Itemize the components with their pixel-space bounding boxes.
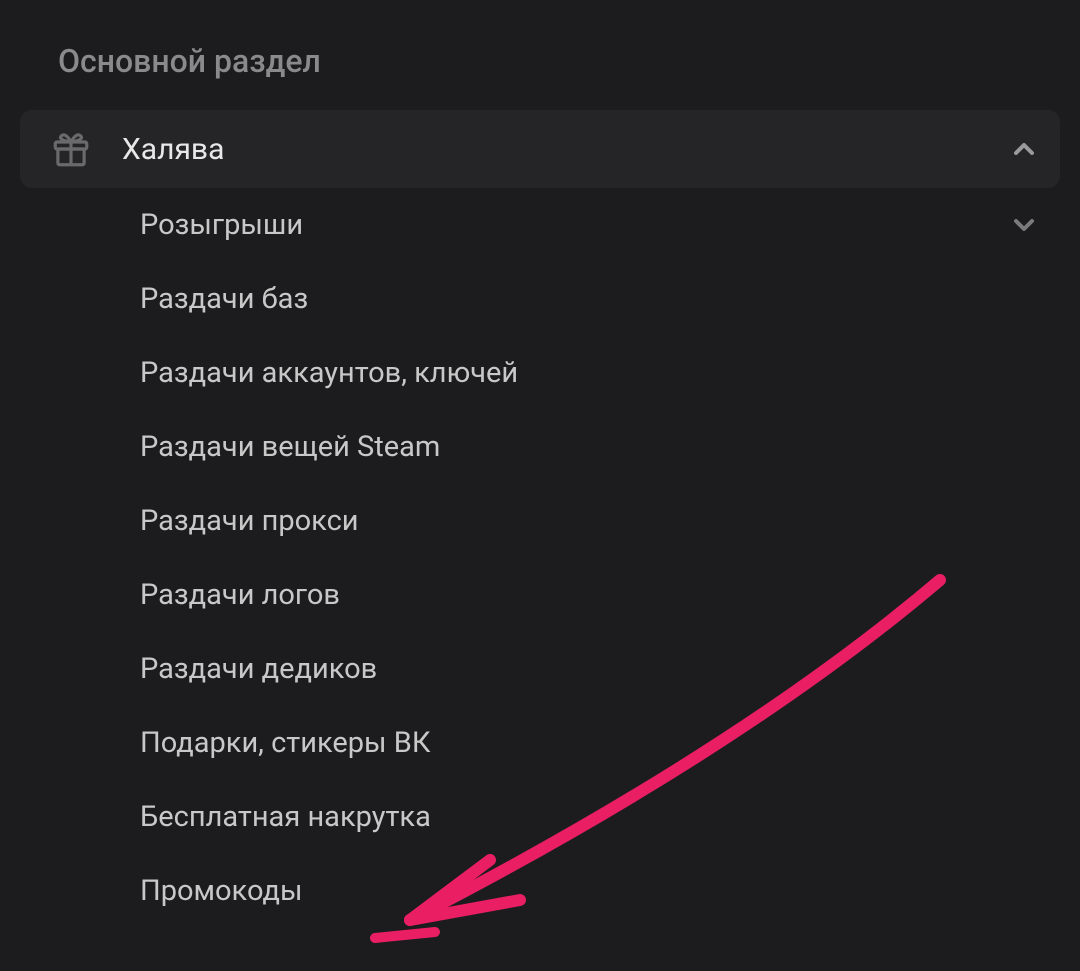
sub-item-logs[interactable]: Раздачи логов: [0, 558, 1080, 632]
sub-item-label: Розыгрыши: [140, 208, 1008, 242]
menu-item-freebies[interactable]: Халява: [20, 110, 1060, 188]
section-title: Основной раздел: [0, 0, 1080, 110]
chevron-up-icon: [1008, 133, 1040, 165]
sub-item-vk-gifts[interactable]: Подарки, стикеры ВК: [0, 706, 1080, 780]
sub-item-label: Раздачи прокси: [140, 504, 1040, 538]
sub-item-proxy[interactable]: Раздачи прокси: [0, 484, 1080, 558]
sub-item-boosting[interactable]: Бесплатная накрутка: [0, 780, 1080, 854]
sub-item-steam[interactable]: Раздачи вещей Steam: [0, 410, 1080, 484]
sub-item-label: Раздачи дедиков: [140, 652, 1040, 686]
sub-item-giveaways[interactable]: Розыгрыши: [0, 188, 1080, 262]
sub-item-label: Бесплатная накрутка: [140, 800, 1040, 834]
sub-item-promocodes[interactable]: Промокоды: [0, 854, 1080, 928]
sub-item-accounts[interactable]: Раздачи аккаунтов, ключей: [0, 336, 1080, 410]
menu-item-label: Халява: [122, 132, 1008, 167]
sub-item-label: Подарки, стикеры ВК: [140, 726, 1040, 760]
sub-item-dediks[interactable]: Раздачи дедиков: [0, 632, 1080, 706]
chevron-down-icon: [1008, 209, 1040, 241]
sub-item-label: Раздачи логов: [140, 578, 1040, 612]
gift-icon: [50, 128, 92, 170]
sub-item-label: Раздачи аккаунтов, ключей: [140, 356, 1040, 390]
sub-item-bases[interactable]: Раздачи баз: [0, 262, 1080, 336]
sub-item-label: Раздачи вещей Steam: [140, 430, 1040, 464]
sub-item-label: Промокоды: [140, 874, 1040, 908]
sub-item-label: Раздачи баз: [140, 282, 1040, 316]
